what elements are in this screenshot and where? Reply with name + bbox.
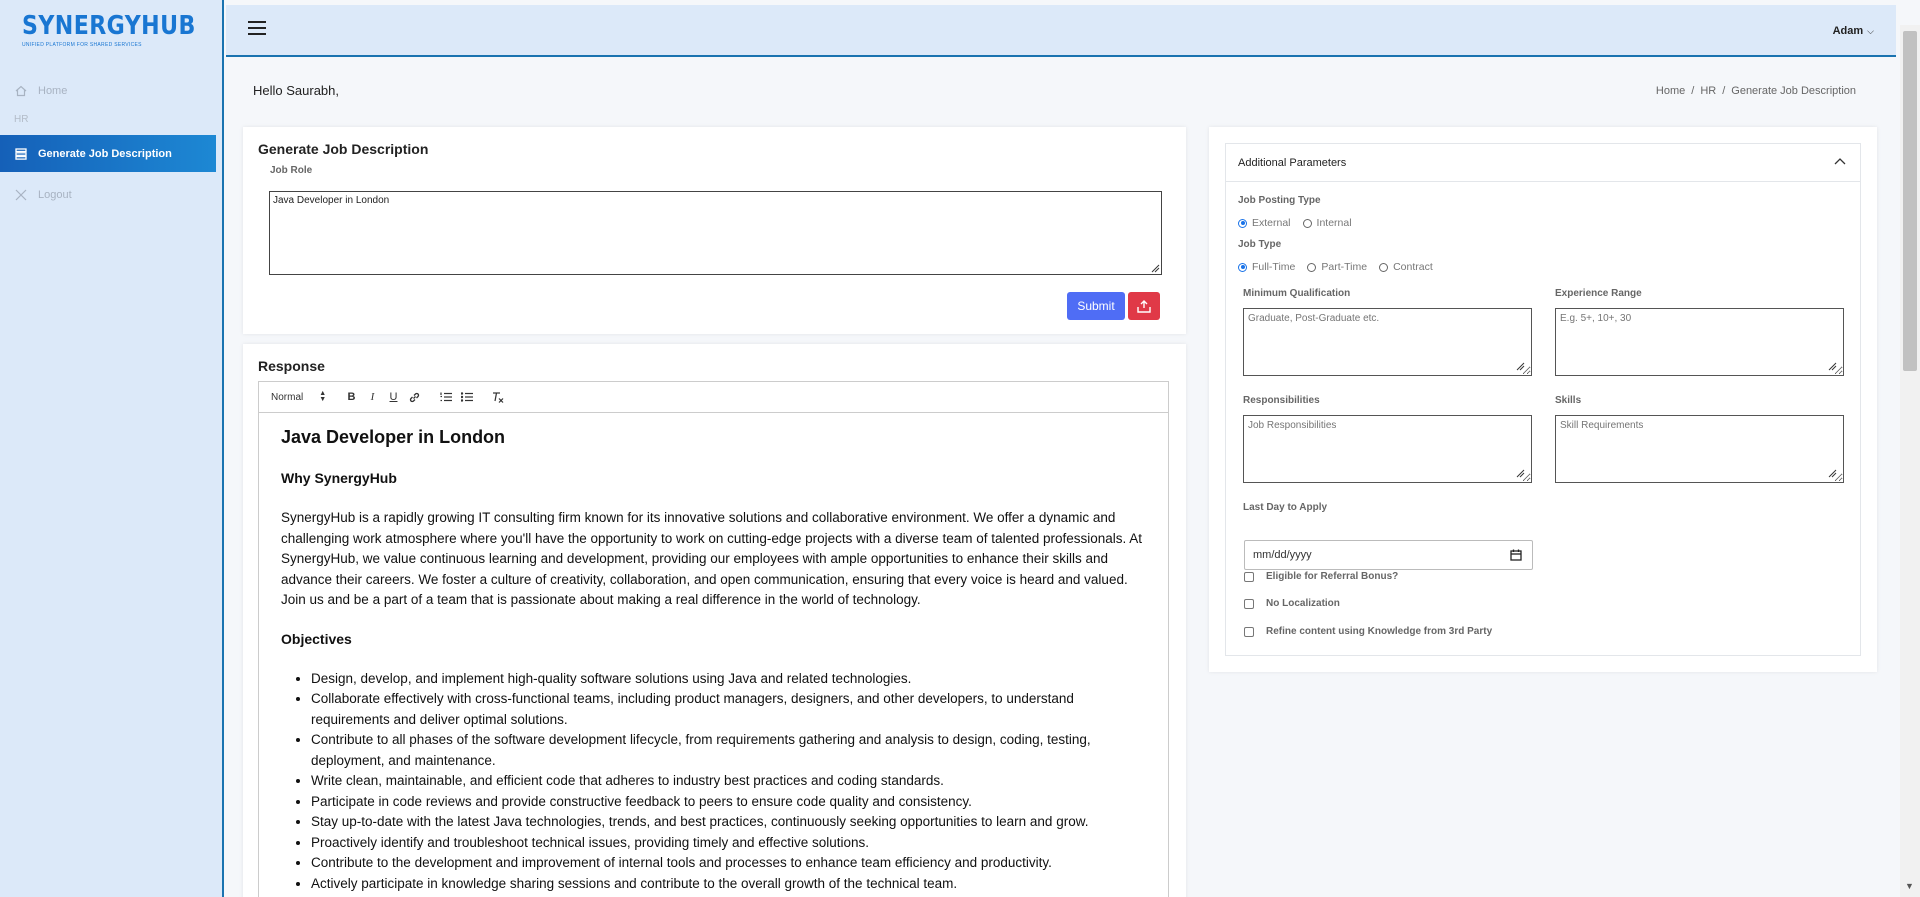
list-item: Design, develop, and implement high-qual…: [311, 669, 1146, 690]
home-icon: [14, 84, 28, 98]
calendar-icon[interactable]: [1510, 549, 1522, 561]
submit-button[interactable]: Submit: [1067, 292, 1125, 320]
format-select[interactable]: Normal ▲ ▼: [271, 390, 341, 403]
why-heading: Why SynergyHub: [281, 470, 397, 486]
scrollbar-thumb[interactable]: [1903, 31, 1917, 371]
brand[interactable]: SYNERGYHUB UNIFIED PLATFORM FOR SHARED S…: [0, 0, 222, 58]
resize-grip-icon[interactable]: [1827, 468, 1837, 478]
brand-tagline: UNIFIED PLATFORM FOR SHARED SERVICES: [22, 41, 142, 48]
response-heading: Java Developer in London: [281, 427, 506, 447]
job-posting-type-label: Job Posting Type: [1238, 195, 1321, 206]
objectives-list: Design, develop, and implement high-qual…: [281, 669, 1146, 895]
objectives-heading: Objectives: [281, 630, 352, 647]
job-role-input[interactable]: [269, 191, 1162, 275]
close-icon: [14, 188, 28, 202]
list-item: Proactively identify and troubleshoot te…: [311, 833, 1146, 854]
accordion-header[interactable]: Additional Parameters: [1226, 144, 1860, 182]
chevron-up-icon: [1834, 158, 1846, 165]
list-item: Contribute to the development and improv…: [311, 853, 1146, 874]
bullet-list-icon[interactable]: [456, 387, 477, 407]
list-item: Collaborate effectively with cross-funct…: [311, 689, 1146, 730]
additional-parameters-accordion: Additional Parameters Job Posting Type E…: [1225, 143, 1861, 656]
ordered-list-icon[interactable]: [435, 387, 456, 407]
resize-grip-icon[interactable]: [1515, 468, 1525, 478]
breadcrumb-hr[interactable]: HR: [1700, 85, 1716, 97]
underline-button[interactable]: U: [383, 387, 404, 407]
referral-bonus-checkbox-row[interactable]: Eligible for Referral Bonus?: [1244, 571, 1398, 582]
chevron-down-icon: ⌵: [1867, 25, 1874, 36]
referral-bonus-checkbox[interactable]: [1244, 571, 1254, 582]
response-title: Response: [258, 358, 325, 374]
user-menu[interactable]: Adam ⌵: [1833, 25, 1874, 37]
sidebar-item-label: Home: [38, 85, 68, 97]
refine-content-checkbox-row[interactable]: Refine content using Knowledge from 3rd …: [1244, 626, 1492, 637]
rich-text-editor[interactable]: Normal ▲ ▼ B I U Java Developer in London: [258, 381, 1169, 897]
italic-button[interactable]: I: [362, 387, 383, 407]
skills-input[interactable]: [1555, 415, 1844, 483]
editor-toolbar: Normal ▲ ▼ B I U: [259, 382, 1168, 413]
hamburger-menu-icon[interactable]: [248, 21, 266, 35]
list-item: Stay up-to-date with the latest Java tec…: [311, 812, 1146, 833]
job-type-radio-group: Full-Time Part-Time Contract: [1238, 261, 1445, 273]
topbar: Adam ⌵: [226, 5, 1896, 57]
list-item: Participate in code reviews and provide …: [311, 792, 1146, 813]
user-name: Adam: [1832, 25, 1864, 37]
sidebar-item-home[interactable]: Home: [0, 80, 222, 102]
sidebar-nav: Home HR Generate Job Description Logout: [0, 58, 222, 206]
generate-card: Generate Job Description Job Role Submit: [243, 127, 1186, 334]
job-posting-type-radio-group: External Internal: [1238, 217, 1364, 229]
sidebar-item-logout[interactable]: Logout: [0, 184, 222, 206]
list-item: Contribute to all phases of the software…: [311, 730, 1146, 771]
last-day-label: Last Day to Apply: [1243, 502, 1328, 513]
scroll-down-arrow-icon[interactable]: ▼: [1905, 881, 1914, 891]
refine-content-checkbox[interactable]: [1244, 626, 1254, 637]
no-localization-checkbox[interactable]: [1244, 598, 1254, 609]
brand-name: SYNERGYHUB: [22, 10, 196, 41]
job-type-label: Job Type: [1238, 239, 1282, 250]
min-qualification-label: Minimum Qualification: [1243, 288, 1351, 299]
skills-label: Skills: [1555, 395, 1582, 406]
resize-grip-icon[interactable]: [1827, 361, 1837, 371]
clear-format-icon[interactable]: [487, 387, 508, 407]
sidebar-item-label: Generate Job Description: [38, 147, 172, 160]
why-paragraph: SynergyHub is a rapidly growing IT consu…: [281, 510, 1143, 607]
sidebar: SYNERGYHUB UNIFIED PLATFORM FOR SHARED S…: [0, 0, 224, 897]
breadcrumb-home[interactable]: Home: [1656, 85, 1685, 97]
responsibilities-input[interactable]: [1243, 415, 1532, 483]
list-item: Write clean, maintainable, and efficient…: [311, 771, 1146, 792]
link-icon[interactable]: [404, 387, 425, 407]
accordion-title: Additional Parameters: [1238, 156, 1347, 169]
generate-title: Generate Job Description: [258, 141, 429, 157]
last-day-date-input[interactable]: mm/dd/yyyy: [1244, 540, 1533, 570]
upload-button[interactable]: [1128, 292, 1160, 320]
resize-grip-icon[interactable]: [1515, 361, 1525, 371]
radio-internal[interactable]: [1302, 218, 1312, 228]
sidebar-item-generate-job-description[interactable]: Generate Job Description: [0, 135, 216, 172]
radio-part-time[interactable]: [1307, 262, 1317, 272]
greeting: Hello Saurabh,: [253, 83, 339, 98]
bold-button[interactable]: B: [341, 387, 362, 407]
editor-content[interactable]: Java Developer in London Why SynergyHub …: [259, 413, 1168, 897]
list-item: Actively participate in knowledge sharin…: [311, 874, 1146, 895]
page-scrollbar[interactable]: ▼: [1900, 25, 1920, 897]
updown-icon: ▲ ▼: [319, 390, 327, 403]
breadcrumb-current: Generate Job Description: [1731, 85, 1856, 97]
sidebar-section-hr: HR: [14, 114, 29, 125]
breadcrumb: Home / HR / Generate Job Description: [1655, 85, 1856, 97]
experience-range-input[interactable]: [1555, 308, 1844, 376]
radio-contract[interactable]: [1379, 262, 1389, 272]
experience-range-label: Experience Range: [1555, 288, 1642, 299]
no-localization-checkbox-row[interactable]: No Localization: [1244, 598, 1340, 609]
upload-icon: [1137, 299, 1151, 313]
job-role-label: Job Role: [270, 165, 313, 176]
sidebar-item-label: Logout: [38, 189, 72, 201]
radio-external[interactable]: [1238, 218, 1247, 228]
additional-parameters-card: Additional Parameters Job Posting Type E…: [1209, 127, 1877, 672]
min-qualification-input[interactable]: [1243, 308, 1532, 376]
response-card: Response Normal ▲ ▼ B I U Java Developer…: [243, 344, 1186, 897]
radio-full-time[interactable]: [1238, 262, 1247, 272]
responsibilities-label: Responsibilities: [1243, 395, 1320, 406]
list-icon: [14, 147, 28, 161]
resize-grip-icon[interactable]: [1150, 263, 1160, 273]
